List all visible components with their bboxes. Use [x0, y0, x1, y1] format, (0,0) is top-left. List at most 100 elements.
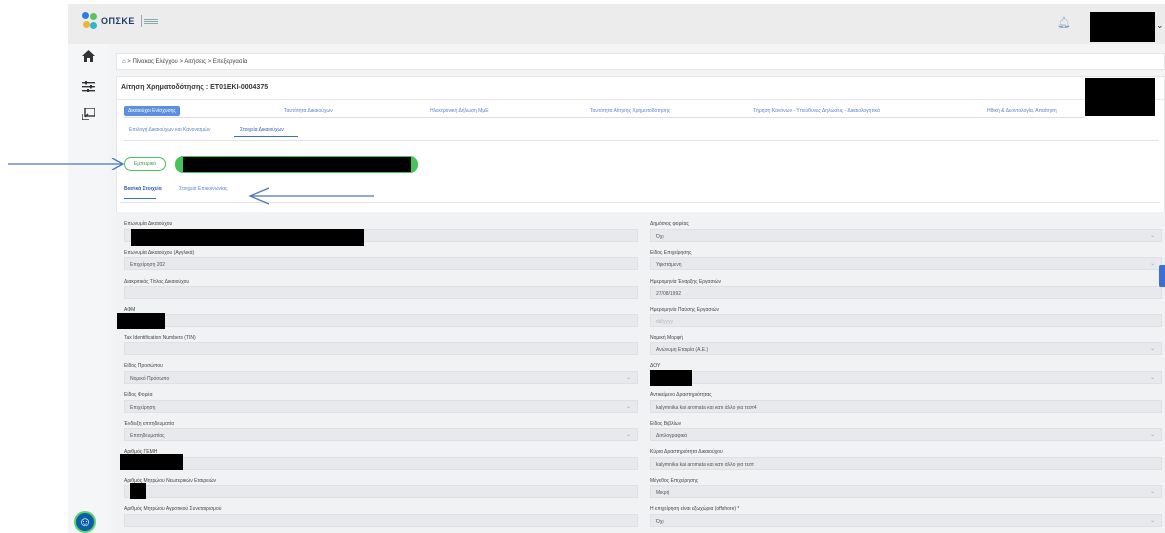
field-label: Κύρια Δραστηριότητα Δικαιούχου [650, 449, 723, 455]
annotation-arrow [248, 187, 374, 205]
field-value: kalymnika kai aromata και κατι άλλο για … [656, 462, 754, 468]
active-tab-underline [124, 198, 156, 199]
field-value: Νομικό Πρόσωπο [130, 376, 170, 382]
redacted-block [130, 483, 146, 499]
start-date-field[interactable]: 27/08/1992 [650, 286, 1162, 299]
chevron-down-icon: ⌄ [1149, 375, 1155, 381]
home-icon[interactable] [81, 50, 95, 65]
step-beneficiaries[interactable]: Δικαιούχοι Ενίσχυσης [124, 106, 180, 116]
chevron-down-icon: ⌄ [1149, 261, 1155, 267]
chevron-down-icon: ⌄ [1149, 518, 1155, 524]
field-value: Μικρή [656, 490, 670, 496]
field-label: Επωνυμία Δικαιούχου [124, 221, 173, 227]
field-value: Υφιστάμενη [656, 262, 682, 268]
field-label: Η επιχείρηση είναι εξωχώρια (offshore) * [650, 506, 740, 512]
stepper-line [124, 117, 1084, 118]
field-value: Επιτηδευματίας [130, 433, 165, 439]
field-value: Όχι [656, 234, 664, 240]
step-ethics[interactable]: Ηθική & Δεοντολογία, Απαίτηση [987, 108, 1057, 114]
step-sme-declaration[interactable]: Ηλεκτρονική Δήλωση ΜμΕ [430, 108, 489, 114]
field-label: Είδος Προσώπου [124, 363, 163, 369]
logo[interactable]: ΟΠΣΚΕ [82, 12, 159, 30]
field-value: Επιχείρηση [130, 405, 156, 411]
step-compliance[interactable]: Τήρηση Κανόνων - Υπεύθυνες Δηλώσεις - Δι… [753, 108, 880, 114]
redacted-block [650, 370, 692, 386]
entity-type-select[interactable]: Επιχείρηση ⌄ [124, 400, 638, 413]
accessibility-icon[interactable]: ☺ [74, 511, 96, 533]
active-tab-underline [234, 136, 298, 137]
redacted-block [117, 313, 165, 329]
divider [116, 99, 1165, 100]
redacted-block [183, 157, 411, 172]
public-entity-select[interactable]: Όχι ⌄ [650, 229, 1162, 242]
field-label: Ημερομηνία Παύσης Εργασιών [650, 307, 719, 313]
tax-office-select[interactable]: ⌄ [650, 371, 1162, 384]
field-label: Είδος Φορέα [124, 392, 153, 398]
logo-text: ΟΠΣΚΕ [101, 16, 135, 26]
chevron-down-icon: ⌄ [625, 404, 631, 410]
annotation-arrow [8, 158, 125, 170]
beneficiary-pill-button[interactable]: Εμπειρικό [124, 157, 166, 171]
chevron-down-icon: ⌄ [1149, 233, 1155, 239]
divider [124, 140, 1159, 141]
field-value: dd/yyyy [656, 319, 673, 325]
tab-selection[interactable]: Επιλογή Δικαιούχων και Κανονισμών [129, 127, 210, 133]
field-label: Δημόσιος φορέας [650, 221, 689, 227]
field-label: Επωνυμία Δικαιούχου (Αγγλικά) [124, 250, 195, 256]
step-application-identity[interactable]: Ταυτότητα Αίτησης Χρηματοδότησης [590, 108, 670, 114]
field-value: Επιχείρηση 202 [130, 262, 166, 268]
export-icon[interactable] [80, 107, 96, 123]
field-label: ΔΟΥ [650, 363, 661, 369]
company-size-select[interactable]: Μικρή ⌄ [650, 485, 1162, 498]
beneficiary-name-en-field[interactable]: Επιχείρηση 202 [124, 257, 638, 270]
trade-title-field[interactable] [124, 286, 638, 299]
field-value: Ανώνυμη Εταιρία (Α.Ε.) [656, 347, 709, 353]
chevron-down-icon: ⌄ [1149, 432, 1155, 438]
tin-field[interactable] [124, 342, 638, 355]
page-title: Αίτηση Χρηματοδότησης : ET01EKI-0004375 [121, 84, 269, 91]
gemi-number-field[interactable] [124, 457, 638, 470]
coop-registry-field[interactable] [124, 514, 638, 527]
books-type-select[interactable]: Διπλογραφικά ⌄ [650, 428, 1162, 441]
logo-mark-icon [82, 12, 98, 30]
field-label: Αντικείμενο Δραστηριότητας [650, 392, 712, 398]
page: ΟΠΣΚΕ 🔔︎ ⌄ ☺ ⌂ > Πίνακας Ελέγχου > Αιτήσ… [0, 0, 1165, 533]
tab-contact-info[interactable]: Στοιχεία Επικοινωνίας [179, 186, 227, 192]
chevron-down-icon: ⌄ [625, 375, 631, 381]
step-beneficiary-identity[interactable]: Ταυτότητα Δικαιούχων [284, 108, 333, 114]
person-type-select[interactable]: Νομικό Πρόσωπο ⌄ [124, 371, 638, 384]
field-label: Νομική Μορφή [650, 335, 683, 341]
field-label: Ημερομηνία Έναρξης Εργασιών [650, 279, 722, 285]
main-activity-field[interactable]: kalymnika kai aromata και κατι άλλο για … [650, 457, 1162, 470]
professional-indicator-select[interactable]: Επιτηδευματίας ⌄ [124, 428, 638, 441]
sliders-icon[interactable] [81, 80, 95, 95]
bell-icon[interactable]: 🔔︎ [1057, 16, 1071, 29]
field-label: Είδος Επιχείρησης [650, 250, 692, 256]
legal-form-select[interactable]: Ανώνυμη Εταιρία (Α.Ε.) ⌄ [650, 342, 1162, 355]
field-label: Αριθμός Μητρώου Αγροτικού Συνεταιρισμού [124, 506, 222, 512]
side-panel-tab[interactable] [1159, 265, 1165, 287]
logo-subtitle [140, 15, 159, 27]
chevron-down-icon: ⌄ [1149, 346, 1155, 352]
chevron-down-icon[interactable]: ⌄ [1156, 20, 1164, 31]
afm-field[interactable] [124, 314, 638, 327]
tab-basic-info[interactable]: Βασικά Στοιχεία [124, 186, 162, 192]
redacted-block [1085, 78, 1155, 116]
offshore-select[interactable]: Όχι ⌄ [650, 514, 1162, 527]
end-date-field[interactable]: dd/yyyy [650, 314, 1162, 327]
tab-beneficiary-data[interactable]: Στοιχεία Δικαιούχων [240, 127, 284, 133]
field-label: Μέγεθος Επιχείρησης [650, 478, 699, 484]
top-header [68, 4, 1165, 44]
chevron-down-icon: ⌄ [1149, 489, 1155, 495]
redacted-block [120, 454, 183, 470]
user-menu-redacted[interactable] [1090, 12, 1155, 42]
redacted-block [131, 229, 364, 246]
field-label: Tax Identification Numbers (TIN) [124, 335, 196, 341]
company-type-select[interactable]: Υφιστάμενη ⌄ [650, 257, 1162, 270]
startup-registry-field[interactable] [124, 485, 638, 498]
field-label: Διακριτικός Τίτλος Δικαιούχου [124, 279, 190, 285]
field-value: 27/08/1992 [656, 291, 682, 297]
chevron-down-icon: ⌄ [625, 432, 631, 438]
activity-field[interactable]: kalymnika kai aromata και κατι άλλο για … [650, 400, 1162, 413]
field-value: Διπλογραφικά [656, 433, 688, 439]
